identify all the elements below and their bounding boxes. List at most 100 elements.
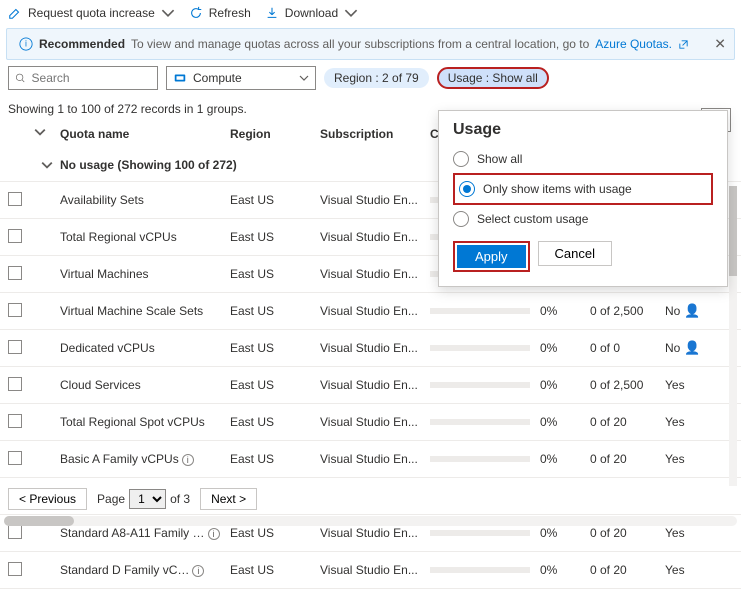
region-cell: East US xyxy=(230,378,320,392)
region-cell: East US xyxy=(230,415,320,429)
option-custom-usage[interactable]: Select custom usage xyxy=(453,207,713,231)
chevron-down-icon[interactable] xyxy=(34,126,46,138)
download-label: Download xyxy=(285,6,338,20)
download-icon xyxy=(265,6,279,20)
table-row[interactable]: Dedicated vCPUsEast USVisual Studio En..… xyxy=(0,330,741,367)
row-checkbox[interactable] xyxy=(8,414,22,428)
usage-pct-cell: 0% xyxy=(540,563,590,577)
cancel-button[interactable]: Cancel xyxy=(538,241,612,266)
table-row[interactable]: Cloud ServicesEast USVisual Studio En...… xyxy=(0,367,741,404)
apply-button[interactable]: Apply xyxy=(457,245,526,268)
table-row[interactable]: Virtual Machine Scale SetsEast USVisual … xyxy=(0,293,741,330)
vertical-scrollbar[interactable] xyxy=(729,186,737,486)
refresh-button[interactable]: Refresh xyxy=(189,6,251,20)
search-input[interactable] xyxy=(32,71,151,85)
row-checkbox[interactable] xyxy=(8,340,22,354)
usage-bar-cell xyxy=(430,567,540,573)
usage-pct-cell: 0% xyxy=(540,304,590,318)
close-icon[interactable]: ✕ xyxy=(714,36,726,53)
popup-title: Usage xyxy=(453,121,713,139)
download-button[interactable]: Download xyxy=(265,6,358,20)
svg-text:i: i xyxy=(25,39,27,49)
quota-cell: 0 of 20 xyxy=(590,563,665,577)
subscription-cell: Visual Studio En... xyxy=(320,563,430,577)
table-row[interactable]: Basic A Family vCPUsiEast USVisual Studi… xyxy=(0,441,741,478)
region-cell: East US xyxy=(230,452,320,466)
row-checkbox[interactable] xyxy=(8,266,22,280)
toolbar: Request quota increase Refresh Download xyxy=(0,0,741,26)
table-row[interactable]: Total Regional Spot vCPUsEast USVisual S… xyxy=(0,404,741,441)
recommended-bar: i Recommended To view and manage quotas … xyxy=(6,28,735,60)
adjustable-cell: Yes xyxy=(665,526,705,540)
quota-name-cell: Standard A8-A11 Family …i xyxy=(60,526,230,540)
region-cell: East US xyxy=(230,230,320,244)
row-checkbox[interactable] xyxy=(8,451,22,465)
page-of-label: of 3 xyxy=(170,492,190,506)
row-checkbox[interactable] xyxy=(8,562,22,576)
info-icon: i xyxy=(182,454,194,466)
region-cell: East US xyxy=(230,341,320,355)
request-quota-button[interactable]: Request quota increase xyxy=(8,6,175,20)
usage-pct-cell: 0% xyxy=(540,526,590,540)
row-checkbox[interactable] xyxy=(8,303,22,317)
horizontal-scrollbar[interactable] xyxy=(4,516,737,526)
adjustable-cell: No👤 xyxy=(665,340,705,356)
row-checkbox[interactable] xyxy=(8,377,22,391)
quota-cell: 0 of 2,500 xyxy=(590,304,665,318)
quota-name-cell: Cloud Services xyxy=(60,378,230,392)
request-quota-label: Request quota increase xyxy=(28,6,155,20)
row-checkbox[interactable] xyxy=(8,229,22,243)
recommended-text: To view and manage quotas across all you… xyxy=(131,37,589,51)
radio-icon xyxy=(453,151,469,167)
radio-icon xyxy=(453,211,469,227)
option-label: Only show items with usage xyxy=(483,182,632,196)
subscription-cell: Visual Studio En... xyxy=(320,526,430,540)
quota-cell: 0 of 0 xyxy=(590,341,665,355)
person-icon: 👤 xyxy=(684,340,700,355)
external-link-icon xyxy=(678,39,689,50)
person-icon: 👤 xyxy=(684,303,700,318)
radio-selected-icon xyxy=(459,181,475,197)
row-checkbox[interactable] xyxy=(8,192,22,206)
search-box[interactable] xyxy=(8,66,158,90)
subscription-cell: Visual Studio En... xyxy=(320,193,430,207)
next-button[interactable]: Next > xyxy=(200,488,257,510)
page-label: Page xyxy=(97,492,125,506)
subscription-cell: Visual Studio En... xyxy=(320,452,430,466)
subscription-cell: Visual Studio En... xyxy=(320,341,430,355)
option-label: Show all xyxy=(477,152,522,166)
option-show-all[interactable]: Show all xyxy=(453,147,713,171)
row-checkbox[interactable] xyxy=(8,525,22,539)
col-region[interactable]: Region xyxy=(230,127,320,141)
subscription-cell: Visual Studio En... xyxy=(320,415,430,429)
provider-select[interactable]: Compute xyxy=(166,66,316,90)
usage-pct-cell: 0% xyxy=(540,378,590,392)
col-subscription[interactable]: Subscription xyxy=(320,127,430,141)
quota-name-cell: Standard D Family vC…i xyxy=(60,563,230,577)
chevron-down-icon xyxy=(299,73,309,83)
usage-bar-cell xyxy=(430,308,540,314)
table-row[interactable]: Standard D Family vC…iEast USVisual Stud… xyxy=(0,552,741,589)
region-cell: East US xyxy=(230,526,320,540)
paginator: < Previous Page 1 of 3 Next > xyxy=(0,484,741,514)
usage-bar-cell xyxy=(430,345,540,351)
quota-cell: 0 of 2,500 xyxy=(590,378,665,392)
azure-quotas-link[interactable]: Azure Quotas. xyxy=(595,37,672,51)
adjustable-cell: Yes xyxy=(665,415,705,429)
group-label: No usage (Showing 100 of 272) xyxy=(60,158,237,172)
quota-name-cell: Availability Sets xyxy=(60,193,230,207)
usage-bar-cell xyxy=(430,419,540,425)
subscription-cell: Visual Studio En... xyxy=(320,230,430,244)
quota-name-cell: Dedicated vCPUs xyxy=(60,341,230,355)
quota-cell: 0 of 20 xyxy=(590,452,665,466)
quota-cell: 0 of 20 xyxy=(590,526,665,540)
region-filter-pill[interactable]: Region : 2 of 79 xyxy=(324,68,429,88)
quota-name-cell: Total Regional vCPUs xyxy=(60,230,230,244)
adjustable-cell: No👤 xyxy=(665,303,705,319)
adjustable-cell: Yes xyxy=(665,563,705,577)
previous-button[interactable]: < Previous xyxy=(8,488,87,510)
page-select[interactable]: 1 xyxy=(129,489,166,509)
option-only-with-usage[interactable]: Only show items with usage xyxy=(459,177,707,201)
usage-filter-pill[interactable]: Usage : Show all xyxy=(437,67,549,89)
col-quota-name[interactable]: Quota name xyxy=(60,127,230,141)
